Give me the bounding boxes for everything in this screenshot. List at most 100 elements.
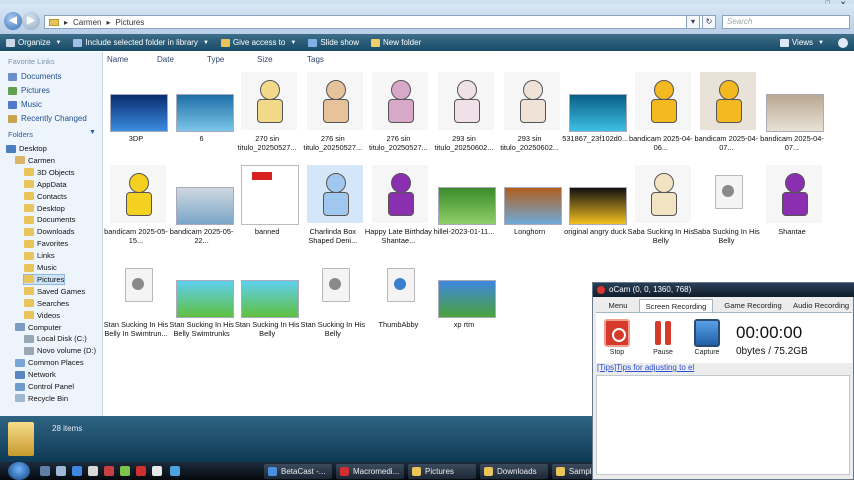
search-input[interactable]: Search (722, 15, 850, 29)
ocam-title: oCam (0, 0, 1360, 768) (609, 285, 692, 294)
include-in-library-button[interactable]: Include selected folder in library ▼ (67, 34, 214, 51)
chevron-down-icon[interactable]: ▼ (89, 129, 96, 136)
pause-button[interactable]: Pause (646, 319, 680, 356)
views-button[interactable]: Views ▼ (779, 34, 824, 51)
tree-item-searches[interactable]: Searches (24, 299, 69, 308)
app-icon[interactable] (170, 466, 180, 476)
file-thumbnail (175, 280, 234, 318)
item-count: 28 items (52, 424, 83, 433)
file-thumbnail (110, 165, 166, 223)
pause-icon (650, 319, 676, 347)
breadcrumb-carmen[interactable]: Carmen (73, 18, 101, 27)
favorite-link-label: Music (21, 100, 42, 109)
file-name: xp rtm (453, 320, 475, 329)
tab-audio-recording[interactable]: Audio Recording (793, 299, 854, 312)
column-size[interactable]: Size (257, 55, 273, 64)
refresh-icon[interactable]: ↻ (702, 15, 716, 29)
browser-icon[interactable] (72, 466, 82, 476)
file-name: banned (254, 227, 280, 236)
favorite-link-label: Pictures (21, 86, 50, 95)
tree-item-novo-volume-d-[interactable]: Novo volume (D:) (24, 346, 96, 355)
slideshow-button[interactable]: Slide show (302, 34, 365, 51)
app-icon (268, 467, 277, 476)
taskbar-button-label: Macromedi... (353, 467, 400, 476)
favorite-link-pictures[interactable]: Pictures (8, 86, 50, 95)
tree-item-carmen[interactable]: Carmen (15, 156, 55, 165)
column-type[interactable]: Type (207, 55, 224, 64)
tree-item-downloads[interactable]: Downloads (24, 227, 75, 236)
organize-button[interactable]: Organize ▼ (0, 34, 67, 51)
tree-item-label: 3D Objects (37, 167, 75, 177)
tree-item-pictures[interactable]: Pictures (22, 273, 66, 285)
tree-item-documents[interactable]: Documents (24, 215, 75, 224)
start-button[interactable] (8, 462, 30, 480)
tree-item-desktop[interactable]: Desktop (24, 204, 65, 213)
file-thumbnail (438, 72, 494, 130)
taskbar-button[interactable]: BetaCast -... (264, 464, 332, 479)
back-button[interactable]: ◀ (4, 12, 22, 30)
column-date[interactable]: Date (157, 55, 174, 64)
app-icon[interactable] (136, 466, 146, 476)
navigation-pane: Favorite Links Documents Pictures Music Rec… (0, 52, 103, 416)
folders-heading[interactable]: Folders (8, 130, 33, 139)
tree-item-saved-games[interactable]: Saved Games (24, 287, 85, 296)
column-tags[interactable]: Tags (307, 55, 324, 64)
ocam-title-bar[interactable]: oCam (0, 0, 1360, 768) (593, 283, 854, 297)
tree-item-desktop[interactable]: Desktop (6, 144, 47, 153)
app-icon (484, 467, 493, 476)
tab-game-recording[interactable]: Game Recording (715, 299, 791, 312)
tree-item-favorites[interactable]: Favorites (24, 239, 68, 248)
new-folder-button[interactable]: New folder (365, 34, 427, 51)
tree-item-common-places[interactable]: Common Places (15, 358, 84, 367)
app-icon (412, 467, 421, 476)
switch-windows-icon[interactable] (56, 466, 66, 476)
file-thumbnail (372, 258, 428, 316)
favorite-link-label: Recently Changed (21, 114, 87, 123)
show-desktop-icon[interactable] (40, 466, 50, 476)
tips-link[interactable]: [Tips]Tips for adjusting to el (597, 363, 694, 372)
tree-item-3d-objects[interactable]: 3D Objects (24, 168, 75, 177)
give-access-button[interactable]: Give access to ▼ (215, 34, 302, 51)
forward-button[interactable]: ▶ (22, 12, 40, 30)
tree-item-computer[interactable]: Computer (15, 323, 61, 332)
folder-icon (15, 394, 25, 403)
tree-item-music[interactable]: Music (24, 263, 57, 272)
app-icon[interactable] (152, 466, 162, 476)
tree-item-local-disk-c-[interactable]: Local Disk (C:) (24, 334, 87, 343)
capture-button[interactable]: Capture (690, 319, 724, 356)
file-thumbnail (175, 187, 234, 225)
stop-icon (604, 319, 630, 347)
taskbar-button[interactable]: Sample (552, 464, 596, 479)
tab-menu[interactable]: Menu (597, 299, 639, 312)
stop-button[interactable]: Stop (600, 319, 634, 356)
favorite-link-music[interactable]: Music (8, 100, 42, 109)
help-icon[interactable] (838, 37, 848, 48)
app-icon[interactable] (88, 466, 98, 476)
address-field[interactable]: ▸ Carmen ▸ Pictures (44, 15, 716, 29)
taskbar-button[interactable]: Downloads (480, 464, 548, 479)
file-name: 293 sin titulo_20250602... (500, 134, 559, 152)
favorite-link-documents[interactable]: Documents (8, 72, 61, 81)
folder-icon (24, 311, 34, 320)
app-icon[interactable] (120, 466, 130, 476)
tree-item-recycle-bin[interactable]: Recycle Bin (15, 394, 68, 403)
taskbar-button-label: Pictures (425, 467, 454, 476)
tree-item-label: Links (37, 251, 55, 261)
column-name[interactable]: Name (107, 55, 128, 64)
tree-item-videos[interactable]: Videos (24, 311, 60, 320)
breadcrumb-pictures[interactable]: Pictures (115, 18, 144, 27)
tree-item-control-panel[interactable]: Control Panel (15, 382, 74, 391)
tree-item-network[interactable]: Network (15, 370, 56, 379)
app-icon[interactable] (104, 466, 114, 476)
folder-icon (24, 239, 34, 248)
tree-item-links[interactable]: Links (24, 251, 55, 260)
file-name: 270 sin titulo_20250527... (237, 134, 297, 152)
tree-item-appdata[interactable]: AppData (24, 180, 67, 189)
tree-item-contacts[interactable]: Contacts (24, 192, 67, 201)
tab-screen-recording[interactable]: Screen Recording (639, 299, 713, 312)
taskbar-button[interactable]: Macromedi... (336, 464, 404, 479)
favorite-link-recently-changed[interactable]: Recently Changed (8, 114, 87, 123)
taskbar-button[interactable]: Pictures (408, 464, 476, 479)
file-thumbnail (306, 165, 363, 223)
dropdown-icon[interactable]: ▾ (686, 15, 700, 29)
